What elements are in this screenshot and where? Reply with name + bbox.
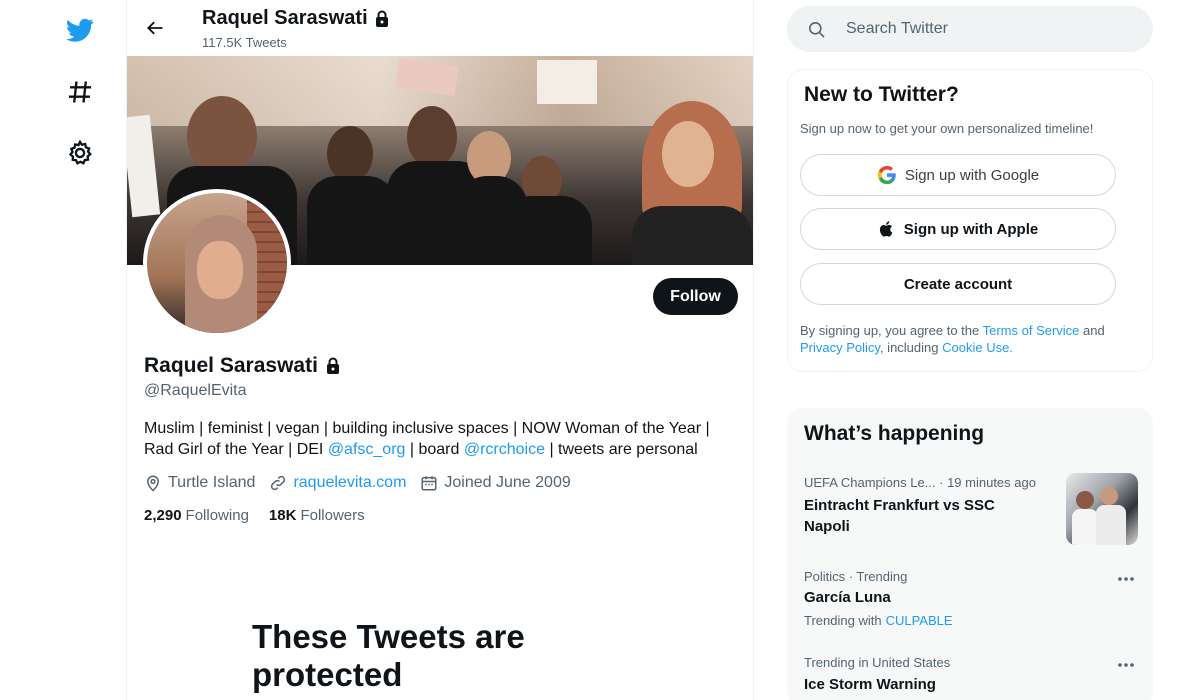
terms-text: and	[1079, 323, 1105, 338]
profile-header-bar: Raquel Saraswati 117.5K Tweets	[127, 0, 753, 56]
profile-avatar[interactable]	[143, 189, 291, 337]
bio-text: | board	[405, 441, 464, 458]
following-link[interactable]: 2,290 Following	[144, 507, 249, 524]
trend-related-link[interactable]: CULPABLE	[886, 613, 953, 628]
signup-card: New to Twitter? Sign up now to get your …	[787, 69, 1153, 372]
terms-text: , including	[879, 340, 943, 355]
follow-button[interactable]: Follow	[653, 278, 738, 315]
trend-item[interactable]: Trending in United States Ice Storm Warn…	[788, 655, 1154, 700]
search-icon	[807, 20, 826, 39]
terms-of-service-link[interactable]: Terms of Service	[983, 323, 1080, 338]
signup-apple-button[interactable]: Sign up with Apple	[800, 208, 1116, 250]
link-icon	[271, 475, 286, 491]
twitter-logo-icon[interactable]	[60, 10, 100, 50]
back-arrow-button[interactable]	[139, 12, 171, 44]
apple-logo-icon	[879, 221, 893, 237]
trend-context: Politics · Trending	[804, 569, 908, 584]
following-label: Following	[185, 507, 249, 524]
joined-text: Joined June 2009	[444, 474, 571, 491]
protected-tweets-message: These Tweets are protected	[252, 618, 525, 693]
header-name-text: Raquel Saraswati	[202, 7, 368, 29]
bio-mention-afsc-link[interactable]: @afsc_org	[328, 441, 406, 458]
followers-count: 18K	[268, 507, 297, 524]
cookie-use-link[interactable]: Cookie Use.	[942, 340, 1013, 355]
trend-title: García Luna	[804, 589, 891, 606]
trend-thumbnail-image[interactable]	[1066, 473, 1138, 545]
trend-context: Trending in United States	[804, 655, 951, 670]
location-pin-icon	[146, 475, 160, 492]
create-account-button[interactable]: Create account	[800, 263, 1116, 305]
whats-happening-card: What’s happening UEFA Champions Le... · …	[787, 408, 1153, 700]
privacy-policy-link[interactable]: Privacy Policy	[800, 340, 880, 355]
followers-link[interactable]: 18K Followers	[269, 507, 365, 524]
profile-name: Raquel Saraswati	[144, 354, 341, 378]
signup-subtitle: Sign up now to get your own personalized…	[800, 121, 1094, 136]
trend-context: UEFA Champions Le... · 19 minutes ago	[804, 475, 1036, 490]
search-placeholder: Search Twitter	[846, 20, 948, 37]
left-nav	[0, 0, 126, 700]
google-logo-icon	[877, 165, 896, 185]
more-dots-icon	[1118, 663, 1134, 667]
trend-title: Ice Storm Warning	[804, 676, 936, 693]
following-count: 2,290	[144, 507, 182, 524]
profile-website: raquelevita.com	[269, 474, 406, 492]
bio-mention-rcrchoice-link[interactable]: @rcrchoice	[464, 441, 545, 458]
trend-title: Eintracht Frankfurt vs SSC Napoli	[804, 497, 995, 535]
signup-google-button[interactable]: Sign up with Google	[800, 154, 1116, 196]
profile-meta: Turtle Island raquelevita.com Joined Jun…	[144, 474, 571, 492]
profile-handle: @RaquelEvita	[144, 382, 247, 399]
follow-counts: 2,290 Following 18K Followers	[144, 507, 365, 524]
signup-title: New to Twitter?	[804, 83, 959, 106]
more-options-button[interactable]	[1116, 569, 1136, 589]
back-arrow-icon	[147, 21, 163, 35]
search-input[interactable]: Search Twitter	[787, 6, 1153, 52]
location-text: Turtle Island	[168, 474, 256, 491]
more-dots-icon	[1118, 577, 1134, 581]
trend-subtext-prefix: Trending with	[804, 613, 882, 628]
signup-google-label: Sign up with Google	[904, 166, 1040, 184]
whats-happening-title: What’s happening	[804, 422, 985, 445]
settings-gear-icon[interactable]	[60, 133, 100, 173]
tweet-count: 117.5K Tweets	[202, 35, 287, 50]
profile-bio: Muslim | feminist | vegan | building inc…	[144, 418, 734, 460]
right-sidebar: Search Twitter New to Twitter? Sign up n…	[786, 0, 1154, 700]
calendar-icon	[421, 476, 437, 491]
header-name: Raquel Saraswati	[202, 7, 390, 30]
trend-subtext: Trending with CULPABLE	[804, 613, 953, 628]
signup-apple-label: Sign up with Apple	[903, 220, 1039, 238]
website-link[interactable]: raquelevita.com	[293, 474, 406, 492]
trend-item[interactable]: Politics · Trending García Luna Trending…	[788, 569, 1154, 639]
more-options-button[interactable]	[1116, 655, 1136, 675]
followers-label: Followers	[300, 507, 365, 524]
terms-text: By signing up, you agree to the	[800, 323, 983, 338]
profile-joined: Joined June 2009	[420, 474, 571, 492]
hashtag-explore-icon[interactable]	[60, 72, 100, 112]
lock-icon	[326, 357, 339, 374]
bio-text: | tweets are personal	[545, 441, 698, 458]
profile-name-text: Raquel Saraswati	[144, 354, 318, 377]
profile-column: Raquel Saraswati 117.5K Tweets Follow Ra…	[126, 0, 754, 700]
signup-terms: By signing up, you agree to the Terms of…	[800, 322, 1140, 356]
profile-location: Turtle Island	[144, 474, 255, 492]
lock-icon	[375, 10, 388, 27]
